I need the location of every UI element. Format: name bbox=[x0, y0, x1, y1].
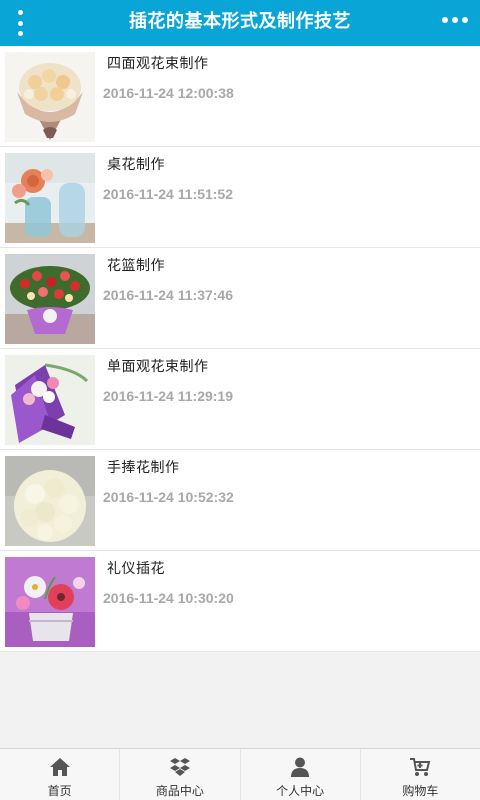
tab-cart[interactable]: 购物车 bbox=[359, 749, 480, 800]
products-icon bbox=[169, 758, 190, 776]
article-title[interactable]: 四面观花束制作 bbox=[107, 53, 209, 73]
user-icon bbox=[291, 757, 310, 777]
article-list: 四面观花束制作 2016-11-24 12:00:38 桌花制作 2016-11… bbox=[0, 46, 480, 652]
table-flower-vase-photo[interactable] bbox=[5, 153, 95, 243]
article-time: 2016-11-24 10:30:20 bbox=[103, 590, 234, 606]
article-title[interactable]: 花篮制作 bbox=[107, 255, 165, 275]
list-item[interactable]: 花篮制作 2016-11-24 11:37:46 bbox=[0, 248, 480, 349]
round-bouquet-photo[interactable] bbox=[5, 52, 95, 142]
tab-home[interactable]: 首页 bbox=[0, 749, 119, 800]
tab-user-center[interactable]: 个人中心 bbox=[239, 749, 360, 800]
bridal-bouquet-photo[interactable] bbox=[5, 456, 95, 546]
article-title[interactable]: 单面观花束制作 bbox=[107, 356, 209, 376]
gerbera-arrangement-photo[interactable] bbox=[5, 557, 95, 647]
bottom-tab-bar: 首页 商品中心 个人中心 购物车 bbox=[0, 748, 480, 800]
tab-label: 个人中心 bbox=[276, 784, 325, 798]
article-title[interactable]: 桌花制作 bbox=[107, 154, 165, 174]
article-time: 2016-11-24 11:29:19 bbox=[103, 388, 233, 404]
article-title[interactable]: 手捧花制作 bbox=[107, 457, 180, 477]
horizontal-dots-icon bbox=[442, 17, 448, 23]
page-title: 插花的基本形式及制作技艺 bbox=[129, 11, 351, 32]
flower-basket-photo[interactable] bbox=[5, 254, 95, 344]
one-sided-bouquet-photo[interactable] bbox=[5, 355, 95, 445]
cart-icon bbox=[410, 758, 431, 776]
tab-label: 首页 bbox=[47, 784, 72, 798]
home-icon bbox=[49, 758, 70, 776]
list-item[interactable]: 手捧花制作 2016-11-24 10:52:32 bbox=[0, 450, 480, 551]
article-time: 2016-11-24 10:52:32 bbox=[103, 489, 234, 505]
tab-label: 购物车 bbox=[402, 784, 439, 798]
article-title[interactable]: 礼仪插花 bbox=[107, 558, 165, 578]
more-button[interactable] bbox=[442, 17, 468, 25]
article-time: 2016-11-24 11:37:46 bbox=[103, 287, 233, 303]
top-header: 插花的基本形式及制作技艺 bbox=[0, 0, 480, 46]
tab-label: 商品中心 bbox=[155, 784, 204, 798]
article-time: 2016-11-24 12:00:38 bbox=[103, 85, 234, 101]
tab-products[interactable]: 商品中心 bbox=[119, 749, 239, 800]
list-item[interactable]: 单面观花束制作 2016-11-24 11:29:19 bbox=[0, 349, 480, 450]
list-item[interactable]: 桌花制作 2016-11-24 11:51:52 bbox=[0, 147, 480, 248]
list-item[interactable]: 礼仪插花 2016-11-24 10:30:20 bbox=[0, 551, 480, 652]
article-time: 2016-11-24 11:51:52 bbox=[103, 186, 233, 202]
list-item[interactable]: 四面观花束制作 2016-11-24 12:00:38 bbox=[0, 46, 480, 147]
